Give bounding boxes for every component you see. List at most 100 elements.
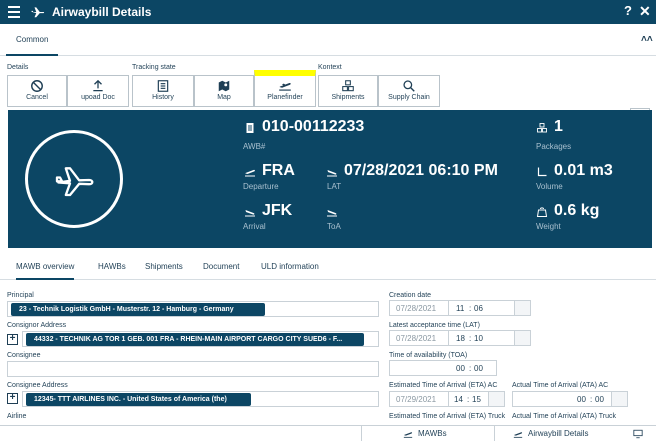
mawbs-button[interactable]: MAWBs bbox=[402, 426, 447, 441]
awb-label: AWB# bbox=[243, 142, 266, 151]
awb-value: 010-00112233 bbox=[262, 118, 365, 135]
awb-label-wrap: AWB# bbox=[243, 140, 265, 151]
lat-hour: 18 bbox=[456, 334, 465, 343]
shipments-button[interactable]: Shipments bbox=[318, 75, 378, 107]
creation-hour: 11 bbox=[456, 304, 465, 313]
map-label: Map bbox=[217, 94, 231, 101]
ata-ac-field[interactable]: 00 : 00 bbox=[512, 391, 628, 407]
eta-truck-label: Estimated Time of Arrival (ETA) Truck bbox=[389, 413, 506, 420]
cancel-label: Cancel bbox=[26, 94, 48, 101]
toa-time-label: Time of availability (TOA) bbox=[389, 352, 468, 359]
principal-chip[interactable]: 23 - Technik Logistik GmbH - Musterstr. … bbox=[11, 303, 265, 316]
boxes-icon bbox=[342, 80, 354, 92]
plane-departure-icon bbox=[513, 432, 523, 438]
plane-departure-icon bbox=[403, 432, 413, 438]
planefinder-button[interactable]: Planefinder bbox=[254, 70, 316, 107]
consignee-label: Consignee bbox=[7, 352, 41, 359]
ata-ac-label: Actual Time of Arrival (ATA) AC bbox=[512, 382, 609, 389]
add-consignee-icon[interactable]: + bbox=[7, 393, 18, 404]
time-colon: : bbox=[469, 304, 472, 313]
calendar-icon[interactable] bbox=[488, 392, 504, 406]
consignor-label: Consignor Address bbox=[7, 322, 67, 329]
packages-label-wrap: Packages bbox=[536, 140, 571, 151]
lat-label-wrap: LAT bbox=[327, 180, 341, 191]
add-consignor-icon[interactable]: + bbox=[7, 334, 18, 345]
group-label-kontext: Kontext bbox=[318, 64, 342, 71]
supply-chain-label: Supply Chain bbox=[388, 94, 430, 101]
consignee-field[interactable] bbox=[7, 361, 379, 377]
tab-hawbs[interactable]: HAWBs bbox=[98, 254, 126, 280]
principal-label: Principal bbox=[7, 292, 34, 299]
creation-date-field[interactable]: 07/28/2021 11 : 06 bbox=[389, 300, 531, 316]
map-icon bbox=[218, 80, 230, 92]
upload-doc-button[interactable]: upoad Doc bbox=[67, 75, 129, 107]
tab-mawb-overview[interactable]: MAWB overview bbox=[16, 254, 75, 280]
weight-label: Weight bbox=[536, 222, 561, 231]
map-button[interactable]: Map bbox=[194, 75, 254, 107]
arrival-value: JFK bbox=[262, 202, 293, 219]
eta-ac-minute: 15 bbox=[472, 395, 481, 404]
supply-chain-button[interactable]: Supply Chain bbox=[378, 75, 440, 107]
time-colon: : bbox=[467, 395, 470, 404]
upload-icon bbox=[93, 79, 103, 92]
field-separator bbox=[448, 301, 449, 315]
calendar-icon[interactable] bbox=[611, 392, 627, 406]
creation-date-label: Creation date bbox=[389, 292, 432, 299]
lat-time-field[interactable]: 07/28/2021 18 : 10 bbox=[389, 330, 531, 346]
time-colon: : bbox=[469, 364, 472, 373]
tab-shipments[interactable]: Shipments bbox=[145, 254, 183, 280]
departure-label-wrap: Departure bbox=[243, 180, 279, 191]
creation-minute: 06 bbox=[474, 304, 483, 313]
ata-ac-minute: 00 bbox=[595, 395, 604, 404]
top-tab-bar: Common ˄˄ bbox=[0, 24, 656, 56]
creation-date-value: 07/28/2021 bbox=[396, 304, 437, 313]
airplane-icon bbox=[55, 167, 94, 197]
airwaybill-details-button[interactable]: Airwaybill Details bbox=[512, 426, 588, 441]
plane-arrival-icon bbox=[245, 210, 255, 217]
collapse-icon[interactable]: ˄˄ bbox=[641, 34, 653, 45]
lat-field: 07/28/2021 06:10 PM bbox=[344, 162, 498, 180]
toa-label-wrap: ToA bbox=[327, 220, 341, 231]
weight-value: 0.6 kg bbox=[554, 202, 600, 219]
departure-field: FRA bbox=[262, 162, 295, 180]
volume-icon bbox=[537, 167, 547, 177]
tab-uld-information[interactable]: ULD information bbox=[261, 254, 319, 280]
time-colon: : bbox=[590, 395, 593, 404]
menu-icon[interactable] bbox=[8, 6, 20, 18]
awb-summary-panel: 010-00112233 AWB# 1 Packages FRA Departu… bbox=[8, 110, 652, 248]
volume-value: 0.01 m3 bbox=[554, 162, 613, 179]
weight-label-wrap: Weight bbox=[536, 220, 561, 231]
calendar-icon[interactable] bbox=[514, 331, 530, 345]
toa-time-field[interactable]: 00 : 00 bbox=[389, 360, 497, 376]
plane-departure-icon bbox=[245, 169, 255, 177]
packages-label: Packages bbox=[536, 142, 572, 151]
cancel-button[interactable]: Cancel bbox=[7, 75, 67, 107]
eta-ac-label: Estimated Time of Arrival (ETA) AC bbox=[389, 382, 498, 389]
help-button[interactable]: ? bbox=[624, 3, 632, 18]
consignee-address-chip[interactable]: 12345- TTT AIRLINES INC. - United States… bbox=[26, 393, 251, 406]
lat-minute: 10 bbox=[474, 334, 483, 343]
toa-label: ToA bbox=[327, 222, 341, 231]
calendar-icon[interactable] bbox=[514, 301, 530, 315]
history-label: History bbox=[152, 94, 174, 101]
monitor-icon[interactable] bbox=[632, 429, 644, 439]
field-separator bbox=[448, 392, 449, 406]
title-bar: Airwaybill Details ? ✕ bbox=[0, 0, 656, 24]
lat-value: 07/28/2021 06:10 PM bbox=[344, 162, 498, 179]
tab-common[interactable]: Common bbox=[6, 24, 59, 56]
arrival-label-wrap: Arrival bbox=[243, 220, 266, 231]
tab-document[interactable]: Document bbox=[203, 254, 239, 280]
history-button[interactable]: History bbox=[132, 75, 194, 107]
ata-truck-label: Actual Time of Arrival (ATA) Truck bbox=[512, 413, 616, 420]
document-icon bbox=[246, 123, 254, 133]
lat-date-value: 07/28/2021 bbox=[396, 334, 437, 343]
upload-label: upoad Doc bbox=[81, 94, 115, 101]
consignee-address-label: Consignee Address bbox=[7, 382, 68, 389]
boxes-icon bbox=[537, 123, 547, 133]
shipments-label: Shipments bbox=[331, 94, 365, 101]
close-button[interactable]: ✕ bbox=[639, 3, 651, 20]
weight-field: 0.6 kg bbox=[554, 202, 599, 220]
volume-field: 0.01 m3 bbox=[554, 162, 613, 180]
eta-ac-field[interactable]: 07/29/2021 14 : 15 bbox=[389, 391, 505, 407]
consignor-chip[interactable]: 44332 - TECHNIK AG TOR 1 GEB. 001 FRA - … bbox=[26, 333, 364, 346]
